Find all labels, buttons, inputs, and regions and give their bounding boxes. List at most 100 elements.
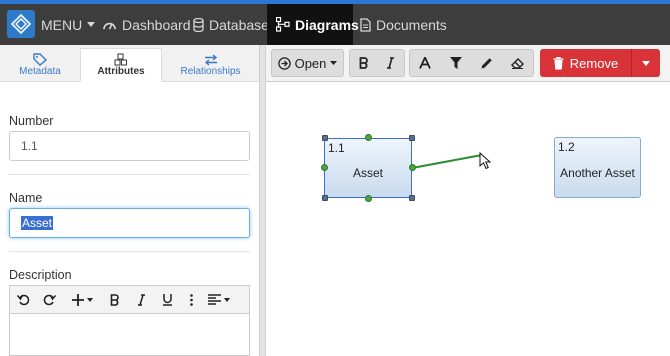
resize-handle-top-right[interactable]	[409, 135, 415, 141]
connect-handle-left[interactable]	[321, 164, 328, 171]
number-field[interactable]: 1.1	[9, 131, 250, 161]
underline-icon	[162, 294, 172, 306]
top-nav: MENU Dashboard Database Diagrams Documen…	[0, 0, 670, 45]
diagram-node-asset[interactable]: 1.1 Asset	[324, 138, 412, 198]
name-label: Name	[9, 191, 43, 205]
connect-handle-top[interactable]	[365, 134, 372, 141]
menu-button[interactable]: MENU	[41, 4, 96, 45]
bold-button[interactable]	[350, 50, 377, 76]
pencil-button[interactable]	[472, 50, 503, 76]
tab-metadata-label: Metadata	[19, 66, 61, 77]
redo-icon	[43, 294, 56, 306]
trash-icon	[553, 56, 564, 69]
description-label: Description	[9, 268, 72, 282]
nav-diagrams[interactable]: Diagrams	[267, 4, 359, 45]
tab-metadata[interactable]: Metadata	[0, 48, 80, 82]
italic-icon	[387, 57, 394, 69]
connector-layer	[411, 154, 483, 169]
italic-button[interactable]	[377, 50, 404, 76]
connect-handle-right[interactable]	[409, 164, 416, 171]
resize-handle-bottom-right[interactable]	[409, 195, 415, 201]
relationship-connector[interactable]	[411, 154, 483, 169]
resize-handle-bottom-left[interactable]	[322, 195, 328, 201]
undo-icon	[16, 294, 29, 306]
nav-documents[interactable]: Documents	[360, 4, 447, 45]
number-label: Number	[9, 114, 54, 128]
bold-icon	[110, 293, 119, 306]
diagram-canvas[interactable]: 1.1 Asset 1.2 Another Asset	[266, 82, 670, 356]
caret-down-icon	[330, 61, 338, 65]
arrow-circle-right-icon	[277, 56, 291, 70]
divider	[9, 174, 250, 175]
node-number: 1.2	[558, 140, 575, 154]
node-name: Asset	[352, 166, 383, 180]
more-options-button[interactable]	[180, 286, 202, 314]
align-dropdown[interactable]	[202, 286, 236, 314]
tab-relationships[interactable]: Relationships	[162, 48, 259, 82]
properties-panel: Metadata Attributes Relationships Number…	[0, 45, 259, 356]
remove-button-group: Remove	[540, 49, 660, 77]
dashboard-gauge-icon	[103, 22, 116, 30]
number-value: 1.1	[21, 139, 38, 153]
panel-tabs: Metadata Attributes Relationships	[0, 45, 259, 82]
open-label: Open	[294, 55, 327, 71]
open-dropdown[interactable]: Open	[271, 49, 344, 77]
remove-dropdown-toggle[interactable]	[631, 49, 660, 77]
italic-icon	[137, 293, 145, 306]
insert-dropdown[interactable]	[62, 286, 102, 314]
format-group	[409, 49, 534, 77]
bold-icon	[359, 57, 368, 69]
connect-handle-bottom[interactable]	[365, 195, 372, 202]
caret-down-icon	[86, 297, 93, 302]
nav-database-label: Database	[209, 16, 269, 33]
caret-down-icon	[642, 60, 650, 66]
italic-button[interactable]	[128, 286, 154, 314]
node-name: Another Asset	[560, 166, 635, 180]
tab-attributes[interactable]: Attributes	[80, 48, 162, 82]
app-logo[interactable]	[7, 10, 35, 38]
panel-splitter[interactable]	[259, 45, 266, 356]
mouse-cursor-icon	[479, 152, 491, 170]
open-button[interactable]: Open	[272, 50, 343, 76]
font-icon	[419, 57, 432, 69]
name-value: Asset	[21, 216, 54, 230]
remove-label: Remove	[569, 55, 619, 71]
nav-diagrams-label: Diagrams	[295, 16, 359, 33]
menu-label: MENU	[41, 16, 83, 33]
vertical-ellipsis-icon	[189, 293, 193, 306]
name-field[interactable]: Asset	[9, 208, 250, 238]
align-left-icon	[208, 294, 221, 305]
resize-handle-top-left[interactable]	[322, 135, 328, 141]
undo-button[interactable]	[10, 286, 36, 314]
tab-relationships-label: Relationships	[180, 65, 241, 77]
tab-attributes-label: Attributes	[97, 66, 145, 77]
remove-button[interactable]: Remove	[540, 49, 631, 77]
filter-button[interactable]	[441, 50, 472, 76]
font-button[interactable]	[410, 50, 441, 76]
caret-down-icon	[224, 297, 230, 302]
document-icon	[360, 17, 371, 32]
eraser-button[interactable]	[502, 50, 533, 76]
text-style-group	[349, 49, 405, 77]
description-toolbar	[9, 285, 250, 313]
divider	[9, 251, 250, 252]
underline-button[interactable]	[154, 286, 180, 314]
nav-dashboard-label: Dashboard	[122, 16, 191, 33]
diagram-toolbar: Open Remove	[266, 45, 670, 82]
redo-button[interactable]	[36, 286, 62, 314]
bold-button[interactable]	[102, 286, 128, 314]
nav-database[interactable]: Database	[193, 4, 269, 45]
description-editor[interactable]	[9, 313, 250, 356]
cubes-icon	[114, 53, 128, 66]
nav-dashboard[interactable]: Dashboard	[102, 4, 191, 45]
tag-icon	[33, 53, 47, 66]
diagram-node-another-asset[interactable]: 1.2 Another Asset	[554, 137, 641, 198]
diagram-tree-icon	[276, 17, 290, 32]
nav-documents-label: Documents	[376, 16, 447, 33]
filter-icon	[450, 57, 463, 69]
plus-icon	[71, 293, 84, 306]
database-icon	[193, 17, 204, 32]
caret-down-icon	[87, 22, 96, 27]
eraser-icon	[511, 58, 525, 69]
pencil-icon	[481, 58, 492, 69]
